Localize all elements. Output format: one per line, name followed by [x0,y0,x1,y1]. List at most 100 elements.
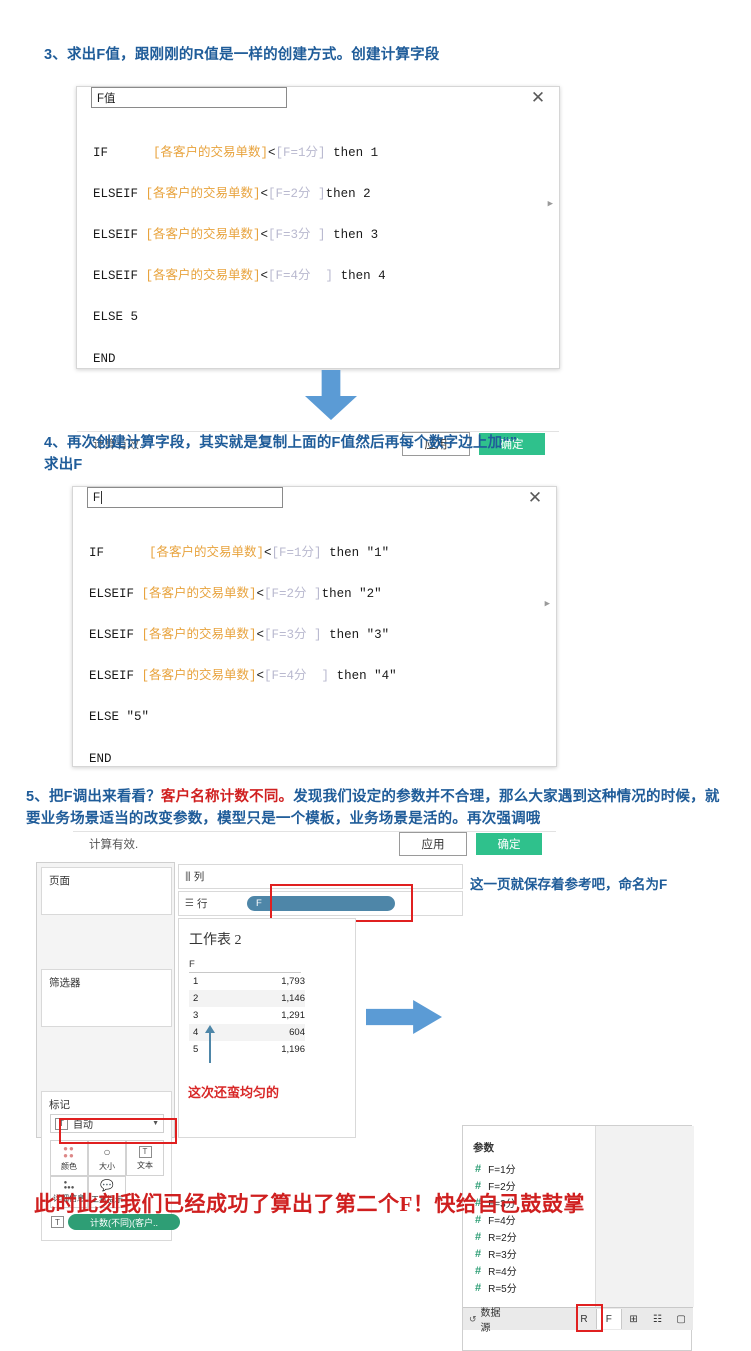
step5-red: 客户名称计数不同。 [160,789,294,805]
number-icon: # [475,1230,482,1243]
parameters-list: # F=1分 # F=2分 # F=3分 # F=4分 # R=2分 # R=3分 # R=4… [475,1160,517,1296]
table-column-header: F [189,959,301,973]
formula-line: ELSEIF [各客户的交易单数]<[F=3分 ] then "3" [89,625,540,646]
ok-button[interactable]: 确定 [476,832,542,855]
worksheet-title: 工作表 2 [189,933,242,948]
formula-param-ref: [F=2分 ] [268,186,326,201]
formula-line: IF [各客户的交易单数]<[F=1分] then "1" [89,543,540,564]
formula-line: ELSEIF [各客户的交易单数]<[F=2分 ]then 2 [93,184,543,205]
close-icon[interactable]: ✕ [526,489,544,506]
marks-button-label: 文本 [137,1160,153,1170]
formula-keyword: ELSEIF [93,186,146,201]
new-dashboard-icon[interactable]: ☷ [645,1309,669,1329]
calc-name-input-1[interactable]: F值 [91,87,287,108]
parameter-item[interactable]: # R=4分 [475,1262,517,1279]
formula-operator: < [260,186,269,201]
formula-operator: < [268,145,276,160]
pages-card[interactable]: 页面 [41,867,172,915]
step3-text: 3、求出F值，跟刚刚的R值是一样的创建方式。创建计算字段 [44,47,440,63]
formula-tail: then 3 [325,227,379,242]
new-story-icon[interactable]: ▢ [669,1309,693,1329]
formula-line: END [89,751,112,766]
formula-param-ref: [F=3分 ] [264,627,322,642]
formula-keyword: ELSEIF [89,669,142,684]
parameter-label: R=2分 [488,1233,517,1244]
parameter-label: R=4分 [488,1267,517,1278]
formula-tail: then "4" [329,669,397,684]
marks-pill-highlight-box [59,1118,177,1144]
formula-field-ref: [各客户的交易单数] [141,669,257,684]
formula-param-ref: [F=4分 ] [268,269,334,284]
formula-tail: then 1 [325,145,379,160]
formula-editor-1[interactable]: IF [各客户的交易单数]<[F=1分] then 1 ELSEIF [各客户的… [77,108,559,431]
marks-button-color[interactable]: ●● ●● 颜色 [50,1140,88,1176]
formula-keyword: ELSEIF [89,627,142,642]
step5-prefix: 5、把F调出来看看？ [26,789,161,805]
marks-button-text[interactable]: T 文本 [126,1140,164,1176]
cell-key: 2 [193,993,199,1004]
marks-button-size[interactable]: ○ 大小 [88,1140,126,1176]
formula-keyword: IF [93,145,154,160]
formula-field-ref: [各客户的交易单数] [141,627,257,642]
step4-line1: 4、再次创建计算字段，其实就是复制上面的F值然后再每个数字边上加“” [44,435,518,451]
scroll-right-icon[interactable]: ▶ [545,594,550,615]
size-icon: ○ [103,1144,111,1159]
cell-value: 1,291 [281,1010,305,1021]
parameter-label: R=5分 [488,1284,517,1295]
dialog2-footer: 计算有效. 应用 确定 [73,830,556,856]
new-worksheet-icon[interactable]: ⊞ [622,1309,646,1329]
calc-name-input-2[interactable]: F [87,487,283,508]
columns-label-group: ||| 列 [179,869,243,884]
formula-line: ELSE "5" [89,710,150,725]
formula-tail: then "2" [321,586,382,601]
formula-field-ref: [各客户的交易单数] [145,227,261,242]
tableau-left-panel: 页面 筛选器 标记 T 自动 ▼ ●● ●● 颜色 ○ 大小 T 文本 ● ●●● … [36,862,180,1241]
formula-editor-2[interactable]: IF [各客户的交易单数]<[F=1分] then "1" ELSEIF [各客… [73,508,556,831]
rows-icon: ☰ [185,898,194,909]
filters-card[interactable]: 筛选器 [41,969,172,1027]
cell-value: 604 [289,1027,305,1038]
worksheet-area[interactable]: 工作表 2 F 1 1,793 2 1,146 3 1,291 4 604 5 … [178,918,356,1138]
cell-key: 3 [193,1010,199,1021]
params-side-note: 这一页就保存着参考吧，命名为F [470,877,668,892]
rows-pill-label: F [256,898,262,909]
formula-line: ELSE 5 [93,310,139,325]
columns-label: 列 [193,871,205,883]
formula-line: ELSEIF [各客户的交易单数]<[F=2分 ]then "2" [89,584,540,605]
step4-heading: 4、再次创建计算字段，其实就是复制上面的F值然后再每个数字边上加“” 求出F [44,432,734,476]
parameter-item[interactable]: # R=2分 [475,1228,517,1245]
datasource-tab[interactable]: ↺ 数据源 [463,1304,510,1334]
formula-field-ref: [各客户的交易单数] [141,586,257,601]
datasource-icon: ↺ [469,1313,477,1324]
scroll-right-icon[interactable]: ▶ [548,194,553,215]
marks-card[interactable]: 标记 T 自动 ▼ ●● ●● 颜色 ○ 大小 T 文本 ● ●●● 详细信息 💬 … [41,1091,180,1241]
table-row: 2 1,146 [189,990,305,1007]
parameters-panel: 参数 # F=1分 # F=2分 # F=3分 # F=4分 # R=2分 # R=3分 #… [462,1125,694,1351]
cell-value: 1,793 [281,976,305,987]
parameter-item[interactable]: # R=5分 [475,1279,517,1296]
cell-key: 1 [193,976,199,987]
formula-param-ref: [F=3分 ] [268,227,326,242]
parameter-item[interactable]: # F=1分 [475,1160,517,1177]
number-icon: # [475,1281,482,1294]
dialog1-header: F值 ✕ [77,87,559,108]
calculated-field-dialog-1[interactable]: F值 ✕ IF [各客户的交易单数]<[F=1分] then 1 ELSEIF … [76,86,560,456]
formula-param-ref: [F=1分] [271,545,322,560]
columns-icon: ||| [185,871,191,882]
cell-key: 5 [193,1044,199,1055]
formula-operator: < [264,545,272,560]
calc-name-value-2: F [93,491,101,504]
text-caret [101,491,103,504]
parameter-item[interactable]: # R=3分 [475,1245,517,1262]
close-icon[interactable]: ✕ [529,89,547,106]
calculated-field-dialog-2[interactable]: F ✕ IF [各客户的交易单数]<[F=1分] then "1" ELSEIF… [72,486,557,856]
parameters-header: 参数 [473,1142,494,1154]
step3-heading: 3、求出F值，跟刚刚的R值是一样的创建方式。创建计算字段 [44,44,724,66]
formula-line: ELSEIF [各客户的交易单数]<[F=4分 ] then 4 [93,266,543,287]
formula-field-ref: [各客户的交易单数] [149,545,265,560]
right-arrow-icon [366,1000,442,1034]
active-tab-highlight-box [576,1304,603,1332]
rows-label-group: ☰ 行 [179,896,243,911]
apply-button[interactable]: 应用 [399,831,467,856]
calc-name-value-1: F值 [97,92,116,105]
